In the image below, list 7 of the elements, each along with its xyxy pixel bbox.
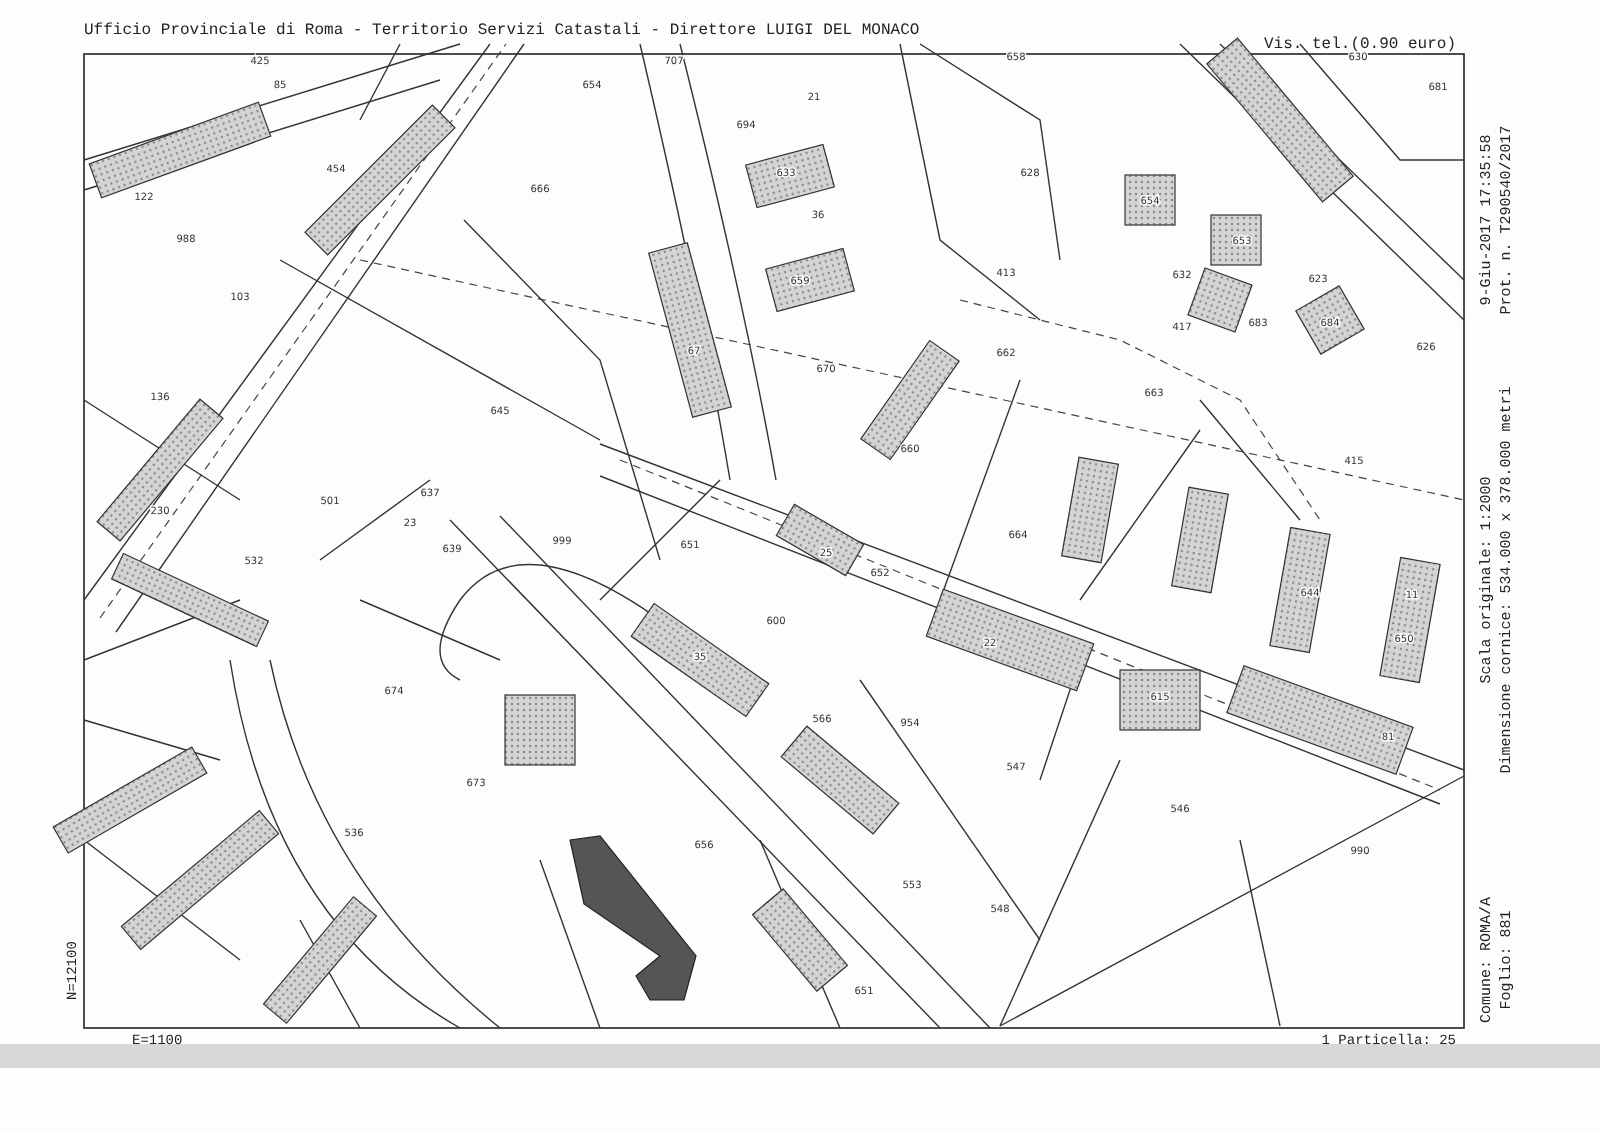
building-shape xyxy=(1119,669,1201,731)
building-shape xyxy=(1124,174,1176,226)
fee-label: Vis. tel.(0.90 euro) xyxy=(1263,36,1456,54)
building-shape xyxy=(504,694,576,766)
building-shape xyxy=(1060,456,1120,564)
office-header: Ufficio Provinciale di Roma - Territorio Servizi Catastali - Direttore LUIGI DEL MONACO xyxy=(84,22,920,40)
building-shape xyxy=(1210,214,1262,266)
